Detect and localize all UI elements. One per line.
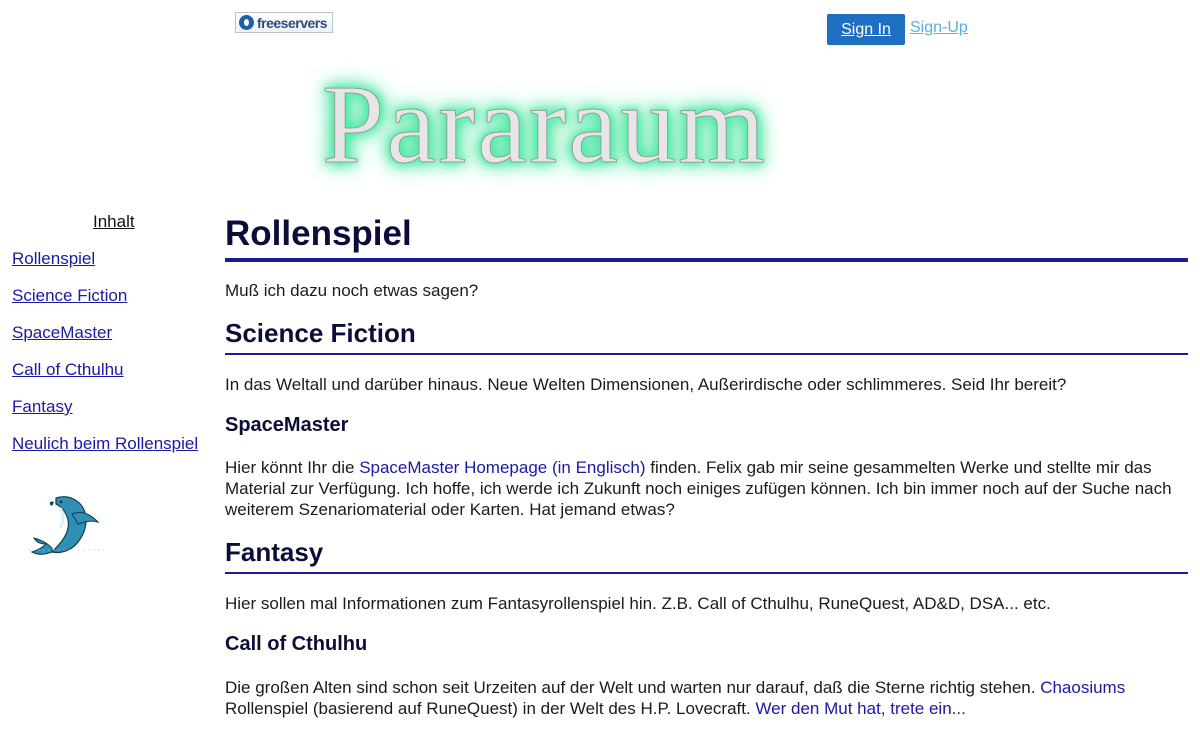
fantasy-divider xyxy=(225,572,1188,574)
sign-in-button[interactable]: Sign In xyxy=(827,14,905,45)
cthulhu-text-middle: Rollenspiel (basierend auf RuneQuest) in… xyxy=(225,699,756,718)
heading-science-fiction: Science Fiction xyxy=(225,318,416,348)
sign-up-link[interactable]: Sign-Up xyxy=(910,19,968,37)
freeservers-logo[interactable]: freeservers xyxy=(235,12,333,33)
heading-call-of-cthulhu: Call of Cthulhu xyxy=(225,633,368,655)
freeservers-logo-icon xyxy=(239,15,254,30)
freeservers-logo-text: freeservers xyxy=(257,14,328,31)
spacemaster-text-start: Hier könnt Ihr die xyxy=(225,458,360,477)
heading-fantasy: Fantasy xyxy=(225,537,324,567)
sidebar-item-fantasy[interactable]: Fantasy xyxy=(12,397,72,417)
sidebar-item-rollenspiel[interactable]: Rollenspiel xyxy=(12,249,95,269)
sidebar-item-science-fiction[interactable]: Science Fiction xyxy=(12,286,127,306)
site-banner-title: Pararaum xyxy=(321,63,768,187)
spacemaster-homepage-link[interactable]: SpaceMaster Homepage (in Englisch) xyxy=(359,458,645,477)
enter-cthulhu-link[interactable]: Wer den Mut hat, trete ein... xyxy=(755,699,965,718)
scifi-divider xyxy=(225,353,1188,355)
sidebar-item-neulich[interactable]: Neulich beim Rollenspiel xyxy=(12,434,198,454)
spacemaster-text: Hier könnt Ihr die SpaceMaster Homepage … xyxy=(225,457,1188,520)
page-title: Rollenspiel xyxy=(225,214,412,253)
dolphin-icon xyxy=(28,496,104,555)
sidebar-heading-inhalt[interactable]: Inhalt xyxy=(93,212,135,232)
chaosiums-link[interactable]: Chaosiums xyxy=(1040,678,1125,697)
sidebar-item-spacemaster[interactable]: SpaceMaster xyxy=(12,323,112,343)
intro-text: Muß ich dazu noch etwas sagen? xyxy=(225,281,479,300)
title-divider xyxy=(225,258,1188,262)
fantasy-text: Hier sollen mal Informationen zum Fantas… xyxy=(225,594,1051,613)
site-banner: Pararaum xyxy=(300,55,900,195)
scifi-text: In das Weltall und darüber hinaus. Neue … xyxy=(225,375,1067,394)
cthulhu-text-start: Die großen Alten sind schon seit Urzeite… xyxy=(225,678,1041,697)
sidebar-item-call-of-cthulhu[interactable]: Call of Cthulhu xyxy=(12,360,124,380)
heading-spacemaster: SpaceMaster xyxy=(225,414,349,436)
cthulhu-text: Die großen Alten sind schon seit Urzeite… xyxy=(225,677,1188,719)
